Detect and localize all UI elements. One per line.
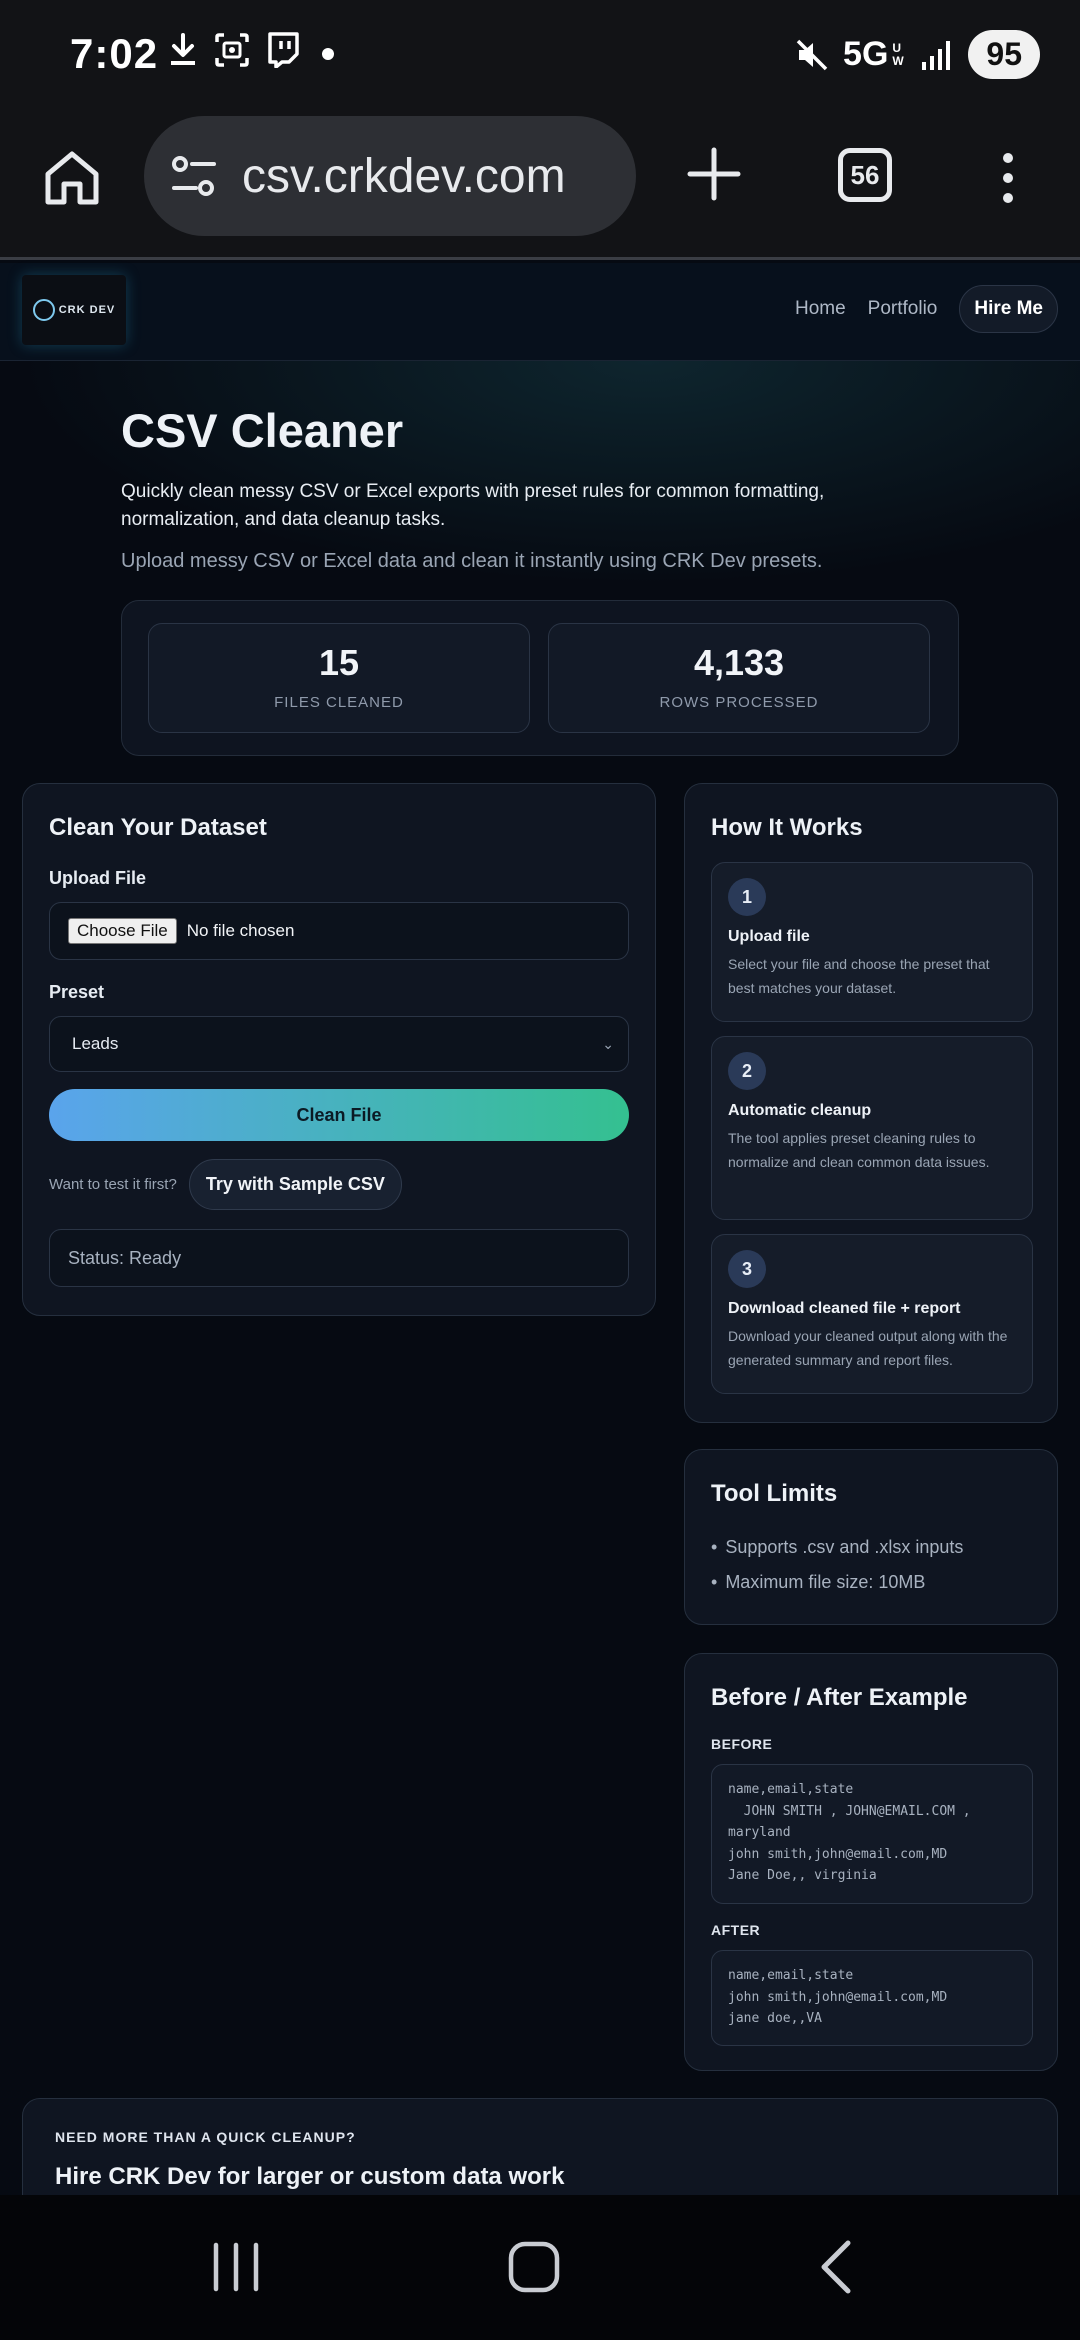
stat-rows-processed: 4,133 ROWS PROCESSED xyxy=(548,623,930,733)
battery-level: 95 xyxy=(968,30,1040,79)
new-tab-icon[interactable] xyxy=(684,144,744,204)
step-number: 2 xyxy=(728,1052,766,1090)
clean-file-button[interactable]: Clean File xyxy=(49,1089,629,1141)
screenshot-icon xyxy=(215,33,249,67)
recent-apps-icon[interactable] xyxy=(208,2239,264,2295)
step-card: 3 Download cleaned file + report Downloa… xyxy=(711,1234,1033,1394)
file-input[interactable]: Choose File No file chosen xyxy=(49,902,629,960)
tab-switcher-button[interactable]: 56 xyxy=(838,148,892,202)
preset-value: Leads xyxy=(72,1034,119,1053)
step-title: Upload file xyxy=(728,928,810,945)
clean-dataset-card: Clean Your Dataset Upload File Choose Fi… xyxy=(22,783,656,1316)
page-description: Quickly clean messy CSV or Excel exports… xyxy=(121,481,825,530)
step-description: Download your cleaned output along with … xyxy=(728,1328,1008,1368)
cta-eyebrow: NEED MORE THAN A QUICK CLEANUP? xyxy=(55,2129,356,2145)
url-text[interactable]: csv.crkdev.com xyxy=(242,149,566,204)
step-description: Select your file and choose the preset t… xyxy=(728,956,990,996)
step-description: The tool applies preset cleaning rules t… xyxy=(728,1130,990,1170)
twitch-icon xyxy=(268,32,299,68)
chevron-down-icon: ⌄ xyxy=(602,1035,614,1052)
stats-panel: 15 FILES CLEANED 4,133 ROWS PROCESSED xyxy=(121,600,959,756)
step-number: 3 xyxy=(728,1250,766,1288)
network-sub: UW xyxy=(892,40,904,68)
hero: CSV Cleaner Quickly clean messy CSV or E… xyxy=(121,403,941,573)
logo-mark xyxy=(32,299,55,321)
nav-hire-me-button[interactable]: Hire Me xyxy=(959,285,1058,333)
step-card: 2 Automatic cleanup The tool applies pre… xyxy=(711,1036,1033,1220)
nav-home-link[interactable]: Home xyxy=(795,298,846,320)
notification-icons xyxy=(168,32,340,68)
before-after-card: Before / After Example BEFORE name,email… xyxy=(684,1653,1058,2071)
address-bar[interactable]: csv.crkdev.com xyxy=(144,116,636,236)
stat-value: 15 xyxy=(318,642,360,683)
page-tagline: Upload messy CSV or Excel data and clean… xyxy=(121,550,823,572)
after-label: AFTER xyxy=(711,1922,761,1938)
home-icon[interactable] xyxy=(40,146,104,210)
home-button-icon[interactable] xyxy=(506,2239,562,2295)
before-label: BEFORE xyxy=(711,1736,773,1752)
how-it-works-card: How It Works 1 Upload file Select your f… xyxy=(684,783,1058,1423)
system-nav-bar xyxy=(0,2195,1080,2340)
status-bar: 7:02 5G UW 95 xyxy=(0,0,1080,110)
card-title: How It Works xyxy=(711,814,863,841)
site-settings-icon[interactable] xyxy=(168,150,220,202)
stat-value: 4,133 xyxy=(693,642,785,683)
stat-label: FILES CLEANED xyxy=(274,694,404,711)
sample-prompt: Want to test it first? xyxy=(49,1176,177,1193)
signal-icon xyxy=(922,40,951,70)
mute-icon xyxy=(796,39,828,70)
cta-headline: Hire CRK Dev for larger or custom data w… xyxy=(55,2163,565,2190)
step-card: 1 Upload file Select your file and choos… xyxy=(711,862,1033,1022)
step-number: 1 xyxy=(728,878,766,916)
site-nav: Home Portfolio Hire Me xyxy=(795,285,1058,333)
list-item: Maximum file size: 10MB xyxy=(711,1565,963,1600)
card-title: Clean Your Dataset xyxy=(49,814,267,841)
choose-file-button[interactable]: Choose File xyxy=(68,918,177,944)
browser-toolbar: csv.crkdev.com 56 xyxy=(0,110,1080,260)
page-title: CSV Cleaner xyxy=(121,404,404,457)
file-status: No file chosen xyxy=(186,921,295,940)
step-title: Download cleaned file + report xyxy=(728,1300,961,1317)
stat-files-cleaned: 15 FILES CLEANED xyxy=(148,623,530,733)
tool-limits-card: Tool Limits Supports .csv and .xlsx inpu… xyxy=(684,1449,1058,1625)
back-icon[interactable] xyxy=(810,2239,866,2295)
list-item: Supports .csv and .xlsx inputs xyxy=(711,1530,963,1565)
preset-select[interactable]: Leads ⌄ xyxy=(49,1016,629,1072)
download-icon xyxy=(171,33,195,65)
site-header: CRK DEV Home Portfolio Hire Me xyxy=(0,263,1080,361)
page-content: CSV Cleaner Quickly clean messy CSV or E… xyxy=(0,361,1080,2298)
status-time: 7:02 xyxy=(70,30,159,77)
stat-label: ROWS PROCESSED xyxy=(659,694,819,711)
status-box: Status: Ready xyxy=(49,1229,629,1287)
nav-portfolio-link[interactable]: Portfolio xyxy=(868,298,938,320)
try-sample-csv-button[interactable]: Try with Sample CSV xyxy=(188,1159,402,1210)
upload-file-label: Upload File xyxy=(49,868,147,888)
screen: 7:02 5G UW 95 csv.crkdev.com 56 CRK DEV … xyxy=(0,0,1080,2340)
more-menu-icon[interactable] xyxy=(996,150,1020,206)
before-code: name,email,state JOHN SMITH , JOHN@EMAIL… xyxy=(711,1764,1033,1904)
card-title: Tool Limits xyxy=(711,1480,838,1507)
dot-icon xyxy=(322,48,334,60)
status-right: 5G UW 95 xyxy=(795,30,1040,79)
limits-list: Supports .csv and .xlsx inputs Maximum f… xyxy=(711,1530,963,1600)
after-code: name,email,state john smith,john@email.c… xyxy=(711,1950,1033,2046)
logo-text: CRK DEV xyxy=(58,304,116,316)
sample-row: Want to test it first? Try with Sample C… xyxy=(49,1159,402,1210)
network-type: 5G xyxy=(843,35,889,73)
card-title: Before / After Example xyxy=(711,1684,968,1711)
preset-label: Preset xyxy=(49,982,105,1002)
step-title: Automatic cleanup xyxy=(728,1102,872,1119)
crk-dev-logo[interactable]: CRK DEV xyxy=(22,275,126,345)
